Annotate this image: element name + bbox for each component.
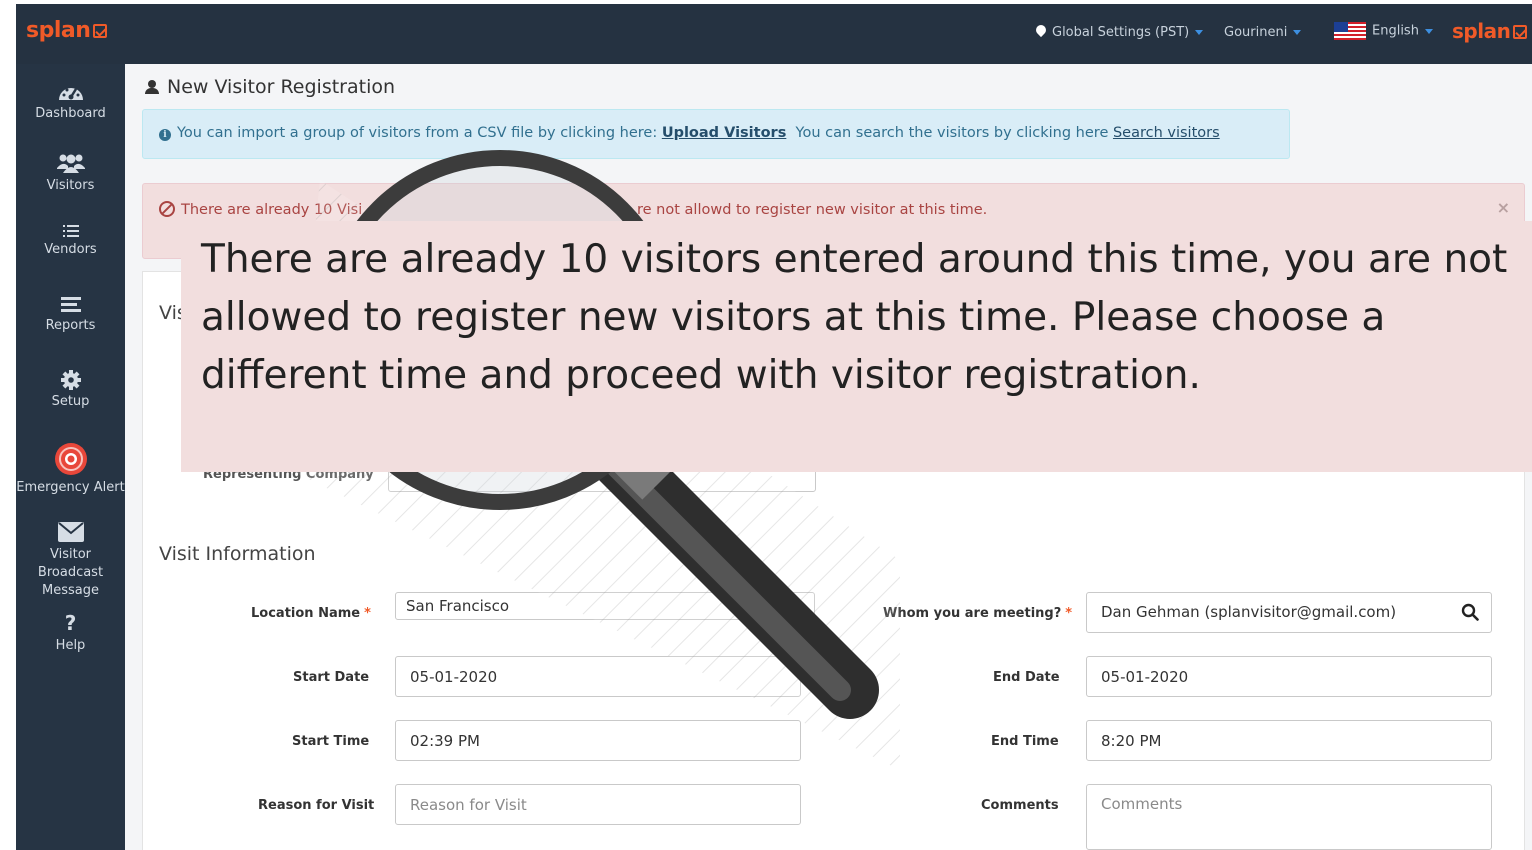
sidebar-item-dashboard[interactable]: Dashboard (16, 82, 125, 121)
caret-down-icon (1424, 28, 1433, 34)
sidebar-item-label-line2: Message (42, 583, 99, 598)
start-time-label: Start Time (292, 734, 370, 749)
sidebar-item-label: Visitors (46, 178, 95, 193)
user-dropdown[interactable]: Gourineni (1224, 25, 1302, 40)
callout-line-3: different time and proceed with visitor … (201, 353, 1201, 398)
whom-meeting-label: Whom you are meeting? * (883, 606, 1073, 621)
sidebar-item-label: Emergency Alert (16, 480, 125, 495)
start-time-input[interactable] (395, 720, 801, 761)
reason-input[interactable] (395, 784, 801, 825)
caret-down-icon (1293, 30, 1302, 35)
page-title-text: New Visitor Registration (167, 76, 396, 98)
list-icon (62, 225, 79, 237)
visit-info-title: Visit Information (159, 543, 316, 565)
check-icon (1513, 25, 1528, 39)
callout-line-2: allowed to register new visitors at this… (201, 295, 1386, 340)
comments-textarea[interactable] (1086, 784, 1492, 850)
sidebar-item-label: Setup (51, 394, 90, 409)
sidebar-item-setup[interactable]: Setup (16, 370, 125, 409)
global-settings-label: Global Settings (PST) (1052, 25, 1190, 40)
info-icon: i (159, 129, 171, 141)
info-text-2: You can search the visitors by clicking … (795, 125, 1109, 141)
sidebar-item-help[interactable]: ? Help (16, 612, 125, 653)
close-alert-button[interactable]: × (1497, 198, 1510, 217)
sidebar-item-reports[interactable]: Reports (16, 296, 125, 333)
sidebar-item-visitor-broadcast[interactable]: Visitor Broadcast Message (16, 522, 125, 600)
end-time-input[interactable] (1086, 720, 1492, 761)
global-settings-dropdown[interactable]: Global Settings (PST) (1033, 22, 1204, 40)
alert-icon (54, 443, 87, 475)
map-marker-icon (1033, 22, 1049, 38)
us-flag-icon (1334, 22, 1366, 40)
search-visitors-link[interactable]: Search visitors (1113, 125, 1220, 141)
sidebar-item-visitors[interactable]: Visitors (16, 152, 125, 193)
splan-logo[interactable]: splan (26, 18, 108, 43)
end-date-label: End Date (993, 670, 1060, 685)
info-alert: i You can import a group of visitors from… (142, 109, 1290, 159)
sidebar-item-label: Visitor Broadcast (37, 547, 104, 580)
user-name: Gourineni (1224, 25, 1288, 40)
upload-visitors-link[interactable]: Upload Visitors (662, 125, 787, 141)
envelope-icon (57, 522, 84, 542)
sidebar-item-label: Help (55, 638, 86, 653)
sidebar-item-label: Dashboard (35, 106, 106, 121)
check-icon (93, 24, 108, 38)
reason-label: Reason for Visit (258, 798, 375, 813)
sidebar: Dashboard Visitors Vendors Reports Setup… (16, 64, 125, 850)
sidebar-item-label: Reports (45, 318, 96, 333)
page-title: New Visitor Registration (145, 76, 395, 98)
error-text-right: re not allowd to register new visitor at… (637, 202, 988, 218)
comments-label: Comments (981, 798, 1059, 813)
end-time-label: End Time (991, 734, 1059, 749)
reports-icon (60, 297, 81, 312)
start-date-label: Start Date (293, 670, 370, 685)
location-name-value: San Francisco (406, 597, 510, 615)
whom-meeting-input[interactable]: Dan Gehman (splanvisitor@gmail.com) (1086, 592, 1492, 633)
search-icon[interactable] (1461, 603, 1479, 621)
user-icon (145, 80, 159, 94)
start-date-input[interactable] (395, 656, 801, 697)
sidebar-item-vendors[interactable]: Vendors (16, 224, 125, 257)
zoomed-error-callout: There are already 10 visitors entered ar… (181, 221, 1532, 472)
language-dropdown[interactable]: English (1334, 22, 1433, 40)
dashboard-icon (58, 88, 83, 100)
language-label: English (1372, 23, 1419, 39)
visitors-icon (56, 154, 85, 173)
gear-icon (60, 370, 81, 390)
error-text-left: There are already 10 Visi (181, 202, 363, 218)
end-date-input[interactable] (1086, 656, 1492, 697)
logo-text: splan (26, 18, 91, 43)
top-navbar: splan Global Settings (PST) Gourineni En… (16, 4, 1532, 64)
caret-down-icon (1195, 30, 1204, 35)
ban-icon (159, 201, 175, 217)
info-text-1: You can import a group of visitors from … (177, 125, 658, 141)
sidebar-item-emergency-alert[interactable]: Emergency Alert (16, 442, 125, 495)
location-name-select[interactable]: San Francisco (395, 592, 815, 620)
splan-logo-right: splan (1452, 19, 1528, 43)
callout-line-1: There are already 10 visitors entered ar… (201, 237, 1508, 282)
question-icon: ? (64, 611, 77, 635)
location-name-label: Location Name * (251, 606, 371, 621)
whom-meeting-value: Dan Gehman (splanvisitor@gmail.com) (1101, 603, 1397, 621)
sidebar-item-label: Vendors (44, 242, 97, 257)
logo-text-right: splan (1452, 19, 1511, 43)
